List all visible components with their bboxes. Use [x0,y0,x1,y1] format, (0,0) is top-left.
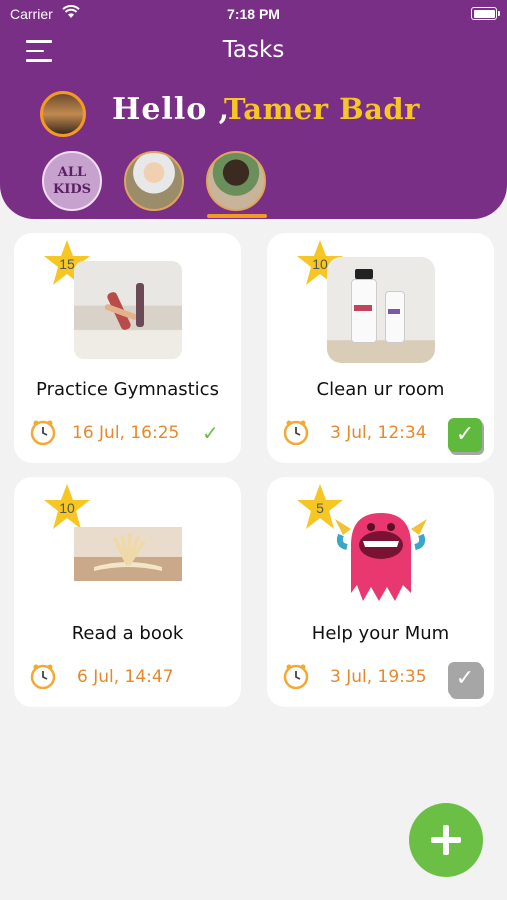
task-card[interactable]: 10 Read a book 6 Jul, 14:47 [14,477,241,707]
clock-icon [283,664,309,689]
status-time: 7:18 PM [227,6,280,22]
kid-avatar-2[interactable] [206,151,266,211]
points-star: 10 [42,483,92,531]
selected-kid-indicator [207,214,267,218]
task-title: Help your Mum [311,623,450,644]
kid-avatar-1[interactable] [124,151,184,211]
clock-icon [30,664,56,689]
greeting: Hello , [112,92,231,127]
completed-checkbox[interactable]: ✓ [448,662,482,696]
task-title: Practice Gymnastics [36,379,219,400]
user-name: Tamer Badr [224,92,420,126]
user-avatar[interactable] [40,91,86,137]
due-date: 6 Jul, 14:47 [77,667,174,687]
task-card[interactable]: 10 Clean ur room 3 Jul, 12:34 ✓ [267,233,494,463]
page-title: Tasks [222,37,285,63]
task-title: Read a book [71,623,184,644]
due-date: 3 Jul, 12:34 [330,423,427,443]
completed-checkbox[interactable]: ✓ [448,418,482,452]
cleaning-spray-photo [327,257,435,363]
open-book-photo [74,527,182,581]
done-check-icon[interactable]: ✓ [202,421,219,445]
points-value: 10 [59,500,75,516]
header: Carrier 7:18 PM Tasks Hello , Tamer Badr… [0,0,507,219]
clock-icon [30,420,56,445]
gymnastics-photo [74,261,182,359]
pink-monster-illustration [335,513,427,601]
task-title: Clean ur room [316,379,445,400]
add-task-button[interactable] [409,803,483,877]
due-date: 3 Jul, 19:35 [330,667,427,687]
task-card[interactable]: 5 Help your Mum 3 Jul, 19:35 ✓ [267,477,494,707]
kid-filter-all[interactable]: ALL KIDS [42,151,102,211]
task-card[interactable]: 15 Practice Gymnastics 16 Jul, 16:25 ✓ [14,233,241,463]
due-date: 16 Jul, 16:25 [72,423,180,443]
status-bar: Carrier 7:18 PM [0,0,507,28]
battery-icon [471,7,500,20]
clock-icon [283,420,309,445]
kid-filter-all-label: ALL KIDS [52,165,92,197]
